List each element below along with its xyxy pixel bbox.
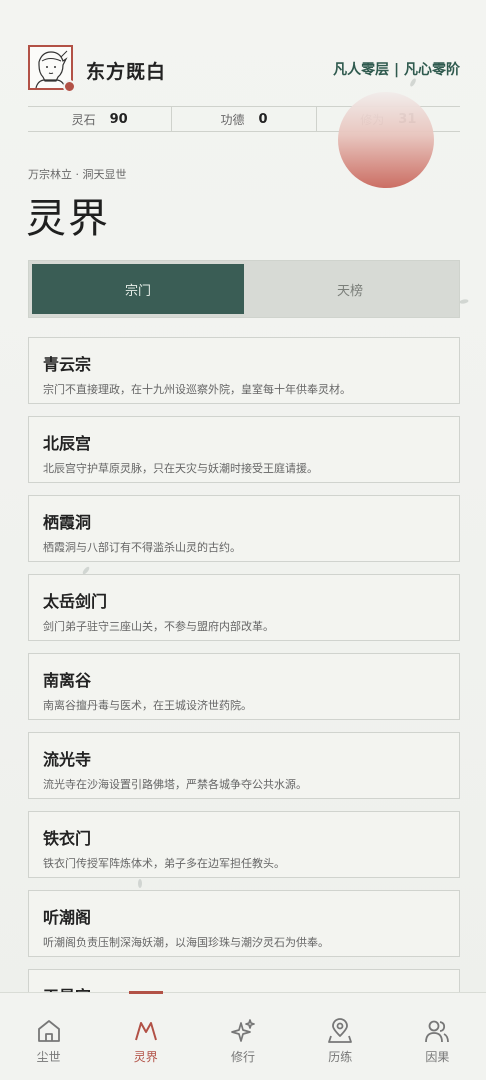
bottom-nav: 尘世 灵界 修行 历练 因果: [0, 991, 486, 1080]
sect-name: 南离谷: [43, 671, 92, 690]
sect-name: 青云宗: [43, 355, 92, 374]
stat-value: 90: [109, 111, 128, 127]
sect-name: 太岳剑门: [43, 592, 108, 611]
breadcrumb: 万宗林立 · 洞天显世: [28, 168, 127, 181]
nav-item-spirit-realm[interactable]: 灵界: [97, 991, 194, 1080]
nav-item-trials[interactable]: 历练: [292, 993, 389, 1080]
sect-description: 听潮阁负责压制深海妖潮，以海国珍珠与潮汐灵石为供奉。: [43, 936, 329, 949]
nav-label: 修行: [231, 1050, 256, 1064]
list-item[interactable]: 北辰宫 北辰宫守护草原灵脉，只在天灾与妖潮时接受王庭请援。: [28, 416, 460, 483]
sect-description: 剑门弟子驻守三座山关，不参与盟府内部改革。: [43, 620, 274, 633]
nav-label: 因果: [425, 1050, 450, 1064]
avatar[interactable]: [28, 45, 76, 93]
nav-label: 尘世: [36, 1050, 61, 1064]
nav-item-cultivation[interactable]: 修行: [194, 993, 291, 1080]
stat-label: 灵石: [71, 112, 96, 127]
page: 东方既白 凡人零层 | 凡心零阶 灵石 90 功德 0 修为 31 万宗林立 ·…: [0, 0, 486, 1080]
list-item[interactable]: 听潮阁 听潮阁负责压制深海妖潮，以海国珍珠与潮汐灵石为供奉。: [28, 890, 460, 957]
cultivation-realm: 凡人零层 | 凡心零阶: [333, 62, 460, 78]
list-item[interactable]: 南离谷 南离谷擅丹毒与医术，在王城设济世药院。: [28, 653, 460, 720]
sect-list: 青云宗 宗门不直接理政，在十九州设巡察外院，皇室每十年供奉灵材。 北辰宫 北辰宫…: [28, 337, 460, 1048]
nav-item-mortal-world[interactable]: 尘世: [0, 993, 97, 1080]
sun-decoration: [338, 92, 434, 188]
stat-label: 功德: [220, 112, 245, 127]
list-item[interactable]: 流光寺 流光寺在沙海设置引路佛塔，严禁各城争夺公共水源。: [28, 732, 460, 799]
nav-label: 历练: [328, 1050, 353, 1064]
sect-description: 北辰宫守护草原灵脉，只在天灾与妖潮时接受王庭请援。: [43, 462, 318, 475]
list-item[interactable]: 青云宗 宗门不直接理政，在十九州设巡察外院，皇室每十年供奉灵材。: [28, 337, 460, 404]
sect-description: 栖霞洞与八部订有不得滥杀山灵的古约。: [43, 541, 241, 554]
sect-name: 铁衣门: [43, 829, 92, 848]
tab-rankings[interactable]: 天榜: [244, 264, 456, 314]
sect-name: 流光寺: [43, 750, 92, 769]
active-indicator: [128, 991, 163, 994]
list-item[interactable]: 太岳剑门 剑门弟子驻守三座山关，不参与盟府内部改革。: [28, 574, 460, 641]
sect-name: 北辰宫: [43, 434, 92, 453]
sect-description: 南离谷擅丹毒与医术，在王城设济世药院。: [43, 699, 252, 712]
status-badge: [63, 80, 76, 93]
mountain-icon: [134, 1022, 157, 1041]
profile-header: 东方既白 凡人零层 | 凡心零阶: [28, 45, 460, 93]
stat-value: 0: [258, 111, 268, 127]
tab-sects[interactable]: 宗门: [32, 264, 244, 314]
tab-bar: 宗门 天榜: [28, 260, 460, 318]
list-item[interactable]: 铁衣门 铁衣门传授军阵炼体术，弟子多在边军担任教头。: [28, 811, 460, 878]
list-item[interactable]: 栖霞洞 栖霞洞与八部订有不得滥杀山灵的古约。: [28, 495, 460, 562]
sect-description: 宗门不直接理政，在十九州设巡察外院，皇室每十年供奉灵材。: [43, 383, 351, 396]
nav-item-karma[interactable]: 因果: [389, 993, 486, 1080]
sect-description: 流光寺在沙海设置引路佛塔，严禁各城争夺公共水源。: [43, 778, 307, 791]
map-pin-icon: [328, 1018, 353, 1043]
nav-label: 灵界: [133, 1050, 158, 1064]
stat-merit: 功德 0: [171, 107, 315, 131]
page-title: 灵界: [26, 196, 110, 242]
sect-name: 听潮阁: [43, 908, 92, 927]
stat-spirit-stones: 灵石 90: [28, 107, 171, 131]
leaf-decoration: [459, 298, 469, 305]
sect-description: 铁衣门传授军阵炼体术，弟子多在边军担任教头。: [43, 857, 285, 870]
sect-name: 栖霞洞: [43, 513, 92, 532]
user-name: 东方既白: [86, 61, 167, 83]
sparkle-icon: [231, 1019, 255, 1042]
users-icon: [425, 1020, 450, 1043]
home-icon: [37, 1020, 60, 1042]
